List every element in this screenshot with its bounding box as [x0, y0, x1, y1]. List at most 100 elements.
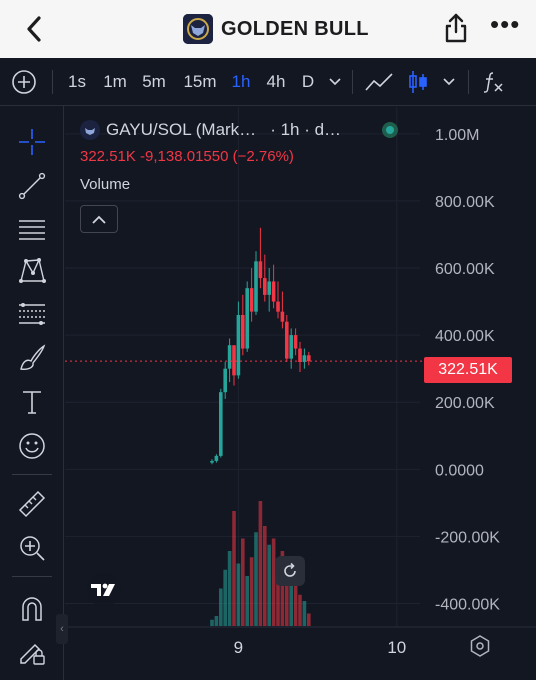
smiley-icon	[19, 433, 45, 459]
timeframe-label: 15m	[183, 72, 217, 91]
horizontal-lines-icon	[19, 220, 45, 240]
zoom-tool-button[interactable]	[14, 530, 50, 566]
golden-bull-logo-icon	[183, 14, 213, 44]
candle-body	[241, 315, 245, 349]
tools-divider	[12, 576, 52, 577]
price-axis-label: 800.00K	[435, 194, 495, 211]
reset-rotate-icon	[284, 562, 296, 577]
more-options-icon[interactable]: •••	[490, 11, 519, 38]
price-chart[interactable]: 1.00M 800.00K 600.00K 400.00K 200.00K 0.0000 -…	[65, 107, 536, 680]
reset-chart-button[interactable]	[275, 556, 305, 586]
market-status-dot[interactable]	[382, 122, 398, 138]
fib-tool-button[interactable]	[14, 212, 50, 248]
candle-body	[245, 288, 249, 349]
trend-line-icon	[18, 172, 46, 200]
share-icon[interactable]	[442, 12, 470, 44]
candle-body	[289, 335, 293, 359]
text-tool-button[interactable]	[14, 384, 50, 420]
candle-body	[285, 321, 289, 359]
timeframe-label: D	[301, 72, 315, 91]
indicators-button[interactable]	[478, 58, 508, 106]
drawing-toolbar	[0, 106, 64, 680]
timeframe-label: 5m	[142, 72, 166, 91]
time-axis-label: 10	[387, 638, 406, 657]
volume-bar	[241, 538, 245, 626]
volume-bar	[263, 526, 267, 626]
price-axis-label: -200.00K	[435, 529, 500, 546]
candle-body	[307, 355, 311, 362]
price-axis-label: 200.00K	[435, 395, 495, 412]
emoji-tool-button[interactable]	[14, 428, 50, 464]
timeframe-label: 4h	[266, 72, 286, 91]
candle-body	[236, 315, 241, 376]
price-axis-label: 0.0000	[435, 462, 484, 479]
chevron-down-icon	[443, 78, 455, 86]
volume-indicator-label[interactable]: Volume	[80, 176, 130, 196]
price-axis-label: 400.00K	[435, 328, 495, 345]
candle-body	[271, 281, 276, 302]
toolbar-divider	[52, 70, 53, 94]
candles-chart-type-button[interactable]	[404, 58, 432, 106]
tools-divider	[12, 474, 52, 475]
timeframe-1s[interactable]: 1s	[62, 58, 92, 106]
price-change-readout: 322.51K -9,138.01550 (−2.76%)	[80, 148, 294, 165]
volume-bar	[302, 601, 307, 626]
volume-bar	[249, 557, 254, 626]
add-symbol-button[interactable]	[6, 58, 42, 106]
back-arrow-icon[interactable]	[22, 14, 46, 44]
price-axis-label: 600.00K	[435, 261, 495, 278]
timeframe-15m[interactable]: 15m	[178, 58, 222, 106]
magnet-icon	[22, 597, 42, 621]
timeframe-1m[interactable]: 1m	[98, 58, 132, 106]
chart-settings-icon[interactable]	[468, 634, 492, 658]
chart-legend-symbol[interactable]: GAYU/SOL (Mark… · 1h · d…	[80, 120, 341, 140]
candle-body	[232, 345, 236, 376]
timeframe-1h[interactable]: 1h	[226, 58, 256, 106]
trend-line-tool-button[interactable]	[14, 168, 50, 204]
tradingview-logo-icon[interactable]	[84, 572, 124, 608]
pencil-lock-icon	[20, 643, 45, 665]
line-chart-type-button[interactable]	[362, 58, 396, 106]
current-price-tag: 322.51K	[424, 357, 512, 383]
timeframe-label: 1h	[231, 72, 251, 91]
lock-drawings-button[interactable]	[14, 634, 50, 670]
timeframe-D[interactable]: D	[296, 58, 320, 106]
timeframe-dropdown[interactable]	[324, 58, 346, 106]
toolbar-divider	[468, 70, 469, 94]
volume-bar	[210, 619, 214, 626]
candle-body	[263, 278, 267, 295]
volume-bar	[232, 511, 236, 626]
app-title: GOLDEN BULL	[221, 17, 369, 40]
candles-icon	[409, 71, 427, 93]
volume-bar	[245, 576, 249, 626]
forecast-tool-button[interactable]	[14, 296, 50, 332]
app-brand: GOLDEN BULL	[183, 14, 369, 44]
volume-bar	[227, 551, 232, 626]
volume-bar	[214, 616, 219, 626]
timeframe-5m[interactable]: 5m	[136, 58, 172, 106]
crosshair-tool-button[interactable]	[14, 124, 50, 160]
measure-tool-button[interactable]	[14, 486, 50, 522]
chevron-down-icon	[329, 78, 341, 86]
volume-bar	[298, 594, 302, 626]
timeframe-label: 1s	[68, 72, 86, 91]
candle-body	[293, 335, 298, 349]
chevron-up-icon	[92, 215, 106, 224]
brush-tool-button[interactable]	[14, 340, 50, 376]
volume-bar	[267, 544, 271, 626]
magnet-tool-button[interactable]	[14, 590, 50, 626]
collapse-legend-button[interactable]	[80, 205, 118, 233]
app-header: GOLDEN BULL •••	[0, 0, 536, 58]
candle-body	[210, 460, 214, 463]
function-fx-icon	[483, 72, 503, 93]
toolbar-collapse-handle[interactable]: ‹	[56, 614, 68, 644]
candle-body	[227, 345, 232, 369]
xabcd-pattern-icon	[19, 257, 46, 283]
pattern-tool-button[interactable]	[14, 252, 50, 288]
chart-type-dropdown[interactable]	[438, 58, 460, 106]
candle-body	[267, 281, 271, 295]
crosshair-icon	[19, 129, 45, 155]
time-axis-label: 9	[234, 638, 243, 657]
volume-bar	[307, 613, 311, 626]
timeframe-4h[interactable]: 4h	[260, 58, 292, 106]
